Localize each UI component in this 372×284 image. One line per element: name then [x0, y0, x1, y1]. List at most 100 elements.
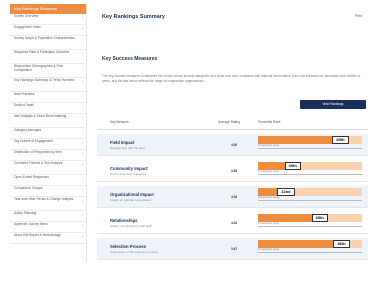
- sidebar-item[interactable]: Key Drivers of Engagement ›: [10, 139, 86, 150]
- chevron-right-icon: ›: [81, 104, 83, 109]
- sidebar-item[interactable]: Key Rankings Summary & Trend Overview ›: [10, 78, 86, 92]
- sidebar-item-label: Appendix: Survey Items: [14, 222, 48, 226]
- page-title: Key Rankings Summary: [102, 14, 165, 20]
- chevron-right-icon: ›: [81, 176, 83, 181]
- sidebar-item[interactable]: Engagement Index ›: [10, 25, 86, 36]
- sidebar-item-label: Key Drivers of Engagement: [14, 139, 53, 143]
- print-link[interactable]: Print: [355, 14, 362, 18]
- chevron-right-icon: ›: [81, 162, 83, 167]
- percentile-bar: 39th: [258, 162, 362, 170]
- sidebar-item[interactable]: Comment Themes & Text Analysis ›: [10, 161, 86, 175]
- sidebar-header[interactable]: Key Rankings Summary: [10, 4, 86, 14]
- measure-rating: 4.06: [231, 195, 238, 199]
- sidebar-item-label: About this Report & Methodology: [14, 233, 61, 237]
- range-label: Comparison range: [258, 248, 280, 251]
- sidebar-item[interactable]: Appendix: Survey Items ›: [10, 222, 86, 233]
- chevron-right-icon: ›: [81, 234, 83, 239]
- sidebar-item[interactable]: Category Averages ›: [10, 128, 86, 139]
- percentile-bar: 85th: [258, 136, 362, 144]
- measure-rating: 3.67: [231, 247, 238, 251]
- table-row[interactable]: Community Impact Community-level outcomes…: [97, 160, 368, 182]
- sidebar-item-label: Section Detail: [14, 103, 34, 107]
- percentile-label: 85th: [332, 136, 349, 144]
- sidebar-item-label: Survey Overview: [14, 14, 39, 18]
- measure-name: Selection Process: [110, 244, 147, 249]
- range-track: [258, 174, 362, 175]
- measure-subtitle: Helpfulness of the selection process: [110, 250, 159, 254]
- header-rating: Average Rating: [218, 120, 240, 124]
- sidebar-item-label: Distribution of Responses by Item: [14, 150, 62, 154]
- range-label: Comparison range: [258, 196, 280, 199]
- table-header: Key Measure Average Rating Percentile Ra…: [97, 115, 368, 130]
- table-body: Field Impact Engagement with the field 4.0…: [97, 134, 368, 260]
- chevron-right-icon: ›: [81, 37, 83, 42]
- range-track: [258, 252, 362, 253]
- chevron-right-icon: ›: [81, 115, 83, 120]
- chevron-right-icon: ›: [81, 79, 83, 84]
- chevron-right-icon: ›: [81, 65, 83, 70]
- measure-name: Relationships: [110, 218, 138, 223]
- header-percentile: Percentile Rank: [258, 120, 281, 124]
- percentile-label: 32nd: [277, 188, 295, 196]
- table-row[interactable]: Field Impact Engagement with the field 4.0…: [97, 134, 368, 156]
- measure-subtitle: Engagement with the field: [110, 146, 145, 150]
- sidebar-item-label: Item Analysis & Score Benchmarking: [14, 114, 67, 118]
- chevron-right-icon: ›: [81, 26, 83, 31]
- sidebar-item-label: Engagement Index: [14, 25, 41, 29]
- sidebar-item[interactable]: About this Report & Methodology ›: [10, 233, 86, 244]
- chevron-right-icon: ›: [81, 187, 83, 192]
- sidebar-item[interactable]: Distribution of Responses by Item ›: [10, 150, 86, 161]
- sidebar-item[interactable]: Open-Ended Responses ›: [10, 175, 86, 186]
- chevron-right-icon: ›: [81, 223, 83, 228]
- sidebar-item[interactable]: Action Planning ›: [10, 211, 86, 222]
- sidebar-item[interactable]: Item Analysis & Score Benchmarking ›: [10, 114, 86, 128]
- percentile-label: 65th: [311, 214, 328, 222]
- chevron-right-icon: ›: [81, 140, 83, 145]
- table-row[interactable]: Organizational Impact Impact on grantee o…: [97, 186, 368, 208]
- percentile-label: 86th: [333, 240, 350, 248]
- range-track: [258, 148, 362, 149]
- chevron-right-icon: ›: [81, 151, 83, 156]
- sidebar-item[interactable]: Survey Overview ›: [10, 14, 86, 25]
- table-row[interactable]: Selection Process Helpfulness of the sele…: [97, 238, 368, 260]
- chevron-right-icon: ›: [81, 15, 83, 20]
- measure-subtitle: Impact on grantee organization: [110, 198, 152, 202]
- section-description: The key success measures summarize the r…: [102, 74, 361, 83]
- measure-rating: 4.42: [231, 221, 238, 225]
- sidebar-item[interactable]: Respondent Demographics & Role Compositi…: [10, 64, 86, 78]
- sidebar-item[interactable]: Section Detail ›: [10, 103, 86, 114]
- sidebar-item[interactable]: Comparison Groups ›: [10, 186, 86, 197]
- sidebar-item-label: Open-Ended Responses: [14, 175, 49, 179]
- percentile-label: 39th: [284, 162, 301, 170]
- sidebar-item-label: Survey Scope & Population Characteristic…: [14, 36, 75, 40]
- table-row[interactable]: Relationships Quality of interactions wit…: [97, 212, 368, 234]
- sidebar-item-label: Comparison Groups: [14, 186, 43, 190]
- measure-name: Community Impact: [110, 166, 148, 171]
- measure-rating: 3.83: [231, 169, 238, 173]
- sidebar-item-label: Category Averages: [14, 128, 42, 132]
- sidebar-item-label: Action Planning: [14, 211, 37, 215]
- measure-rating: 4.00: [231, 143, 238, 147]
- sidebar-item[interactable]: Survey Scope & Population Characteristic…: [10, 36, 86, 50]
- percentile-bar: 32nd: [258, 188, 362, 196]
- sidebar-item-label: Key Rankings Summary & Trend Overview: [14, 78, 75, 82]
- chevron-right-icon: ›: [81, 212, 83, 217]
- chevron-right-icon: ›: [81, 51, 83, 56]
- sidebar-item[interactable]: Response Rate & Participant Overview ›: [10, 50, 86, 64]
- percentile-bar: 65th: [258, 214, 362, 222]
- sidebar-item-label: Best Practices: [14, 92, 35, 96]
- chevron-right-icon: ›: [81, 129, 83, 134]
- measure-name: Field Impact: [110, 140, 135, 145]
- percentile-bar: 86th: [258, 240, 362, 248]
- sidebar-item-label: Respondent Demographics & Role Compositi…: [14, 64, 64, 72]
- measure-subtitle: Quality of interactions with staff: [110, 224, 152, 228]
- range-track: [258, 200, 362, 201]
- range-label: Comparison range: [258, 222, 280, 225]
- sidebar-item[interactable]: Year-over-Year Trends & Change Analysis ›: [10, 197, 86, 211]
- measure-subtitle: Community-level outcomes: [110, 172, 147, 176]
- sidebar-nav: Key Rankings Summary Survey Overview › Eng…: [10, 4, 87, 262]
- view-rankings-button[interactable]: View Rankings: [300, 100, 366, 109]
- range-label: Comparison range: [258, 144, 280, 147]
- sidebar-item-label: Year-over-Year Trends & Change Analysis: [14, 197, 74, 201]
- sidebar-item[interactable]: Best Practices ›: [10, 92, 86, 103]
